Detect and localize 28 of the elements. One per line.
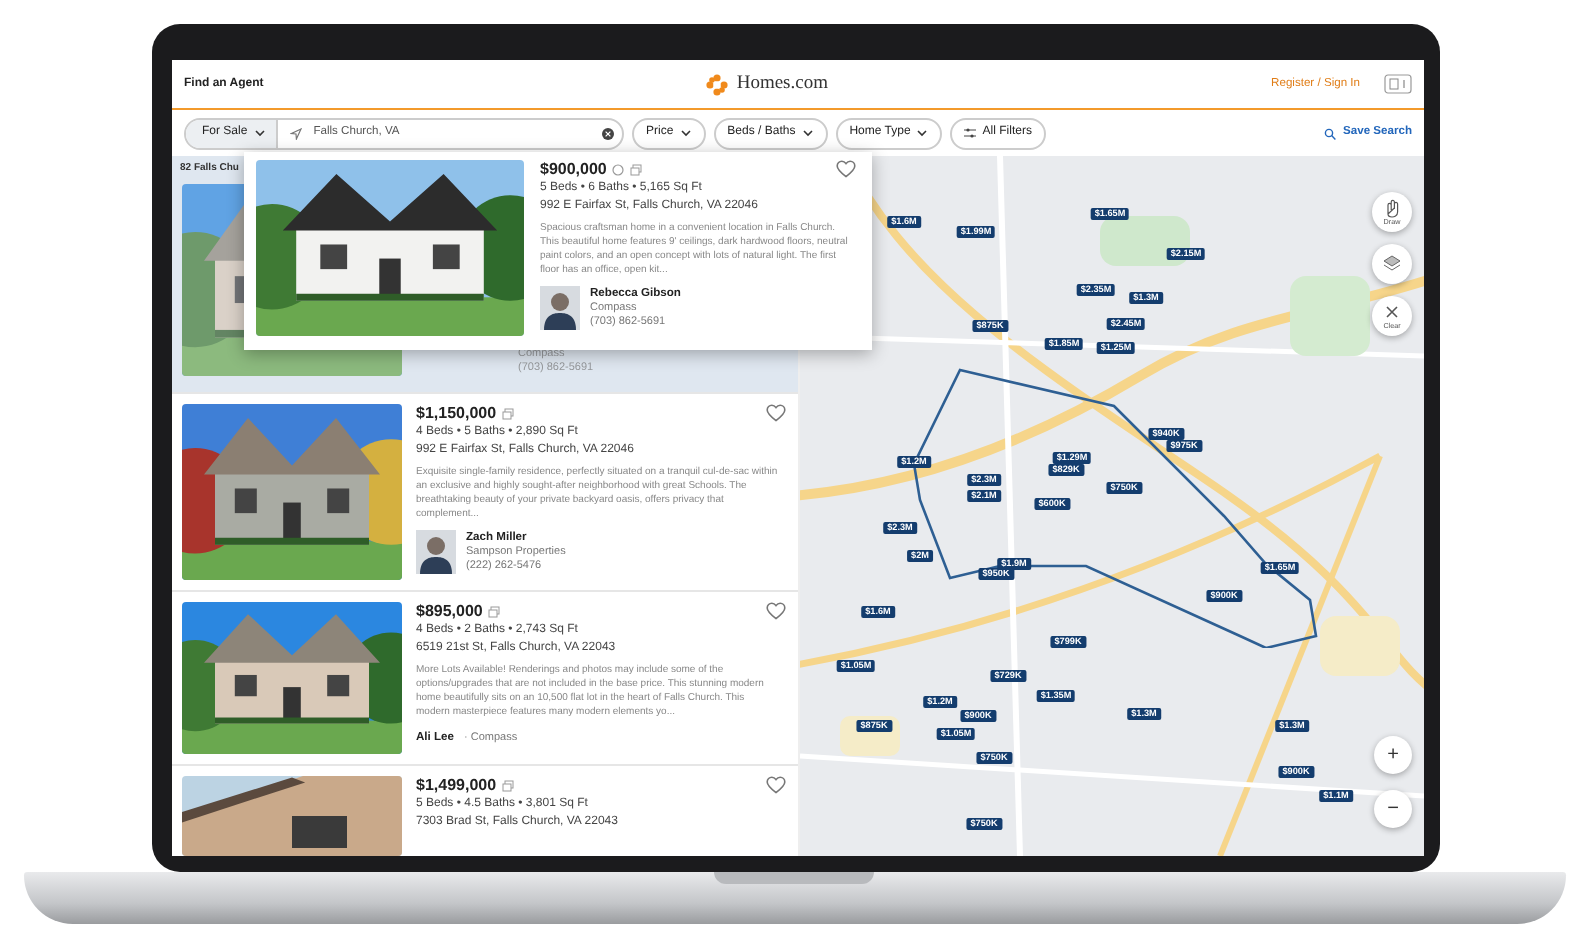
price: $900,000 <box>540 160 607 180</box>
price: $895,000 <box>416 602 483 622</box>
logo-text: Homes.com <box>736 71 828 98</box>
chevron-icon <box>253 128 266 138</box>
clear-icon[interactable] <box>602 127 614 139</box>
chevron-icon <box>916 128 929 138</box>
layers-icon <box>1382 254 1402 274</box>
heart-icon[interactable] <box>766 404 786 422</box>
avatar <box>540 286 580 330</box>
price: $1,499,000 <box>416 776 497 796</box>
stack-icon <box>488 606 501 618</box>
close-icon <box>1382 302 1402 322</box>
logo-icon <box>706 73 729 95</box>
heart-icon[interactable] <box>766 776 786 794</box>
search-icon <box>1323 127 1336 139</box>
price: $1,150,000 <box>416 404 497 424</box>
sliders-icon <box>964 128 977 138</box>
stack-icon <box>502 780 515 792</box>
avatar <box>416 530 456 574</box>
hand-icon <box>1382 198 1402 218</box>
navigation-icon <box>289 127 302 139</box>
stack-icon <box>502 408 515 420</box>
stack-icon <box>630 164 643 176</box>
circle-icon <box>612 164 625 176</box>
heart-icon[interactable] <box>766 602 786 620</box>
chevron-icon <box>801 128 814 138</box>
chevron-icon <box>679 128 692 138</box>
heart-icon[interactable] <box>836 160 856 178</box>
